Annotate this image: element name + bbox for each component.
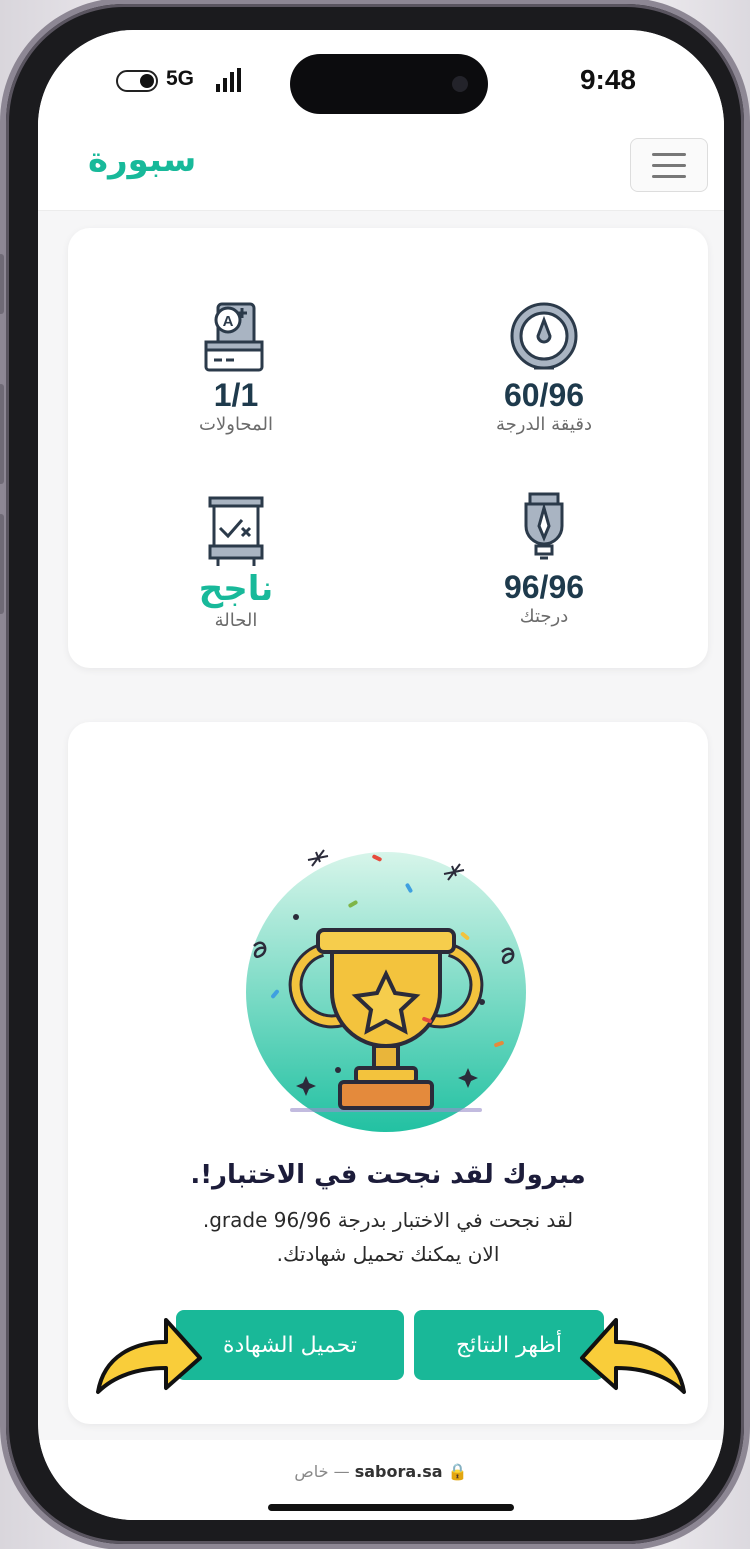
- home-indicator[interactable]: [268, 1504, 514, 1511]
- phone-frame: 5G 9:48 سبورة A 1/1 المحاولات 60/96 دقيق…: [0, 4, 744, 1544]
- network-label: 5G: [166, 67, 195, 90]
- status-time: 9:48: [579, 64, 636, 95]
- stat-value: 60/96: [503, 377, 585, 413]
- arrow-pointer-right: [580, 1318, 686, 1394]
- hamburger-line: [652, 163, 686, 167]
- stat-label: الحالة: [214, 610, 258, 631]
- stat-your-grade: 96/96 درجتك: [444, 490, 644, 627]
- success-line-1: لقد نجحت في الاختبار بدرجة 96/96 grade.: [202, 1208, 574, 1232]
- exam-stats-card: A 1/1 المحاولات 60/96 دقيقة الدرجة ناجح …: [68, 228, 708, 668]
- site-logo[interactable]: سبورة: [88, 140, 196, 180]
- board-icon: [208, 496, 264, 566]
- toggle-icon: [116, 70, 158, 92]
- stat-label: المحاولات: [199, 414, 273, 435]
- gauge-icon: [510, 302, 578, 370]
- hamburger-line: [652, 174, 686, 178]
- url-domain: sabora.sa: [354, 1462, 443, 1481]
- phone-volume-up: [0, 384, 4, 484]
- status-bar: 5G 9:48: [38, 30, 724, 130]
- menu-button[interactable]: [630, 138, 708, 192]
- stat-value: 96/96: [503, 569, 585, 605]
- exam-sheet-icon: A: [204, 302, 264, 372]
- success-title: مبروك لقد نجحت في الاختبار!.: [190, 1160, 586, 1190]
- arrow-pointer-left: [96, 1318, 202, 1394]
- phone-side-button: [0, 254, 4, 314]
- stat-attempts: A 1/1 المحاولات: [136, 298, 336, 435]
- success-line-2: الان يمكنك تحميل شهادتك.: [276, 1242, 500, 1266]
- download-certificate-button[interactable]: تحميل الشهادة: [176, 1310, 404, 1380]
- screen: 5G 9:48 سبورة A 1/1 المحاولات 60/96 دقيق…: [38, 30, 724, 1520]
- site-header: سبورة: [38, 130, 724, 211]
- show-results-button[interactable]: أظهر النتائج: [414, 1310, 604, 1380]
- url-text: خاص — sabora.sa 🔒: [38, 1462, 724, 1481]
- stat-pass-grade: 60/96 دقيقة الدرجة: [444, 298, 644, 435]
- url-separator: —: [333, 1462, 350, 1481]
- private-label: خاص: [294, 1462, 329, 1481]
- dynamic-island: [290, 54, 488, 114]
- award-pen-icon: [524, 492, 564, 560]
- stat-value: ناجح: [198, 569, 274, 609]
- phone-volume-down: [0, 514, 4, 614]
- stat-value: 1/1: [213, 377, 259, 413]
- trophy-illustration: [246, 849, 526, 1132]
- stat-label: درجتك: [519, 606, 569, 627]
- hamburger-icon: [652, 152, 686, 156]
- stat-label: دقيقة الدرجة: [496, 414, 592, 435]
- stat-status: ناجح الحالة: [136, 490, 336, 631]
- svg-text:A: A: [223, 313, 234, 330]
- lock-icon: 🔒: [447, 1462, 468, 1481]
- signal-icon: [216, 68, 241, 92]
